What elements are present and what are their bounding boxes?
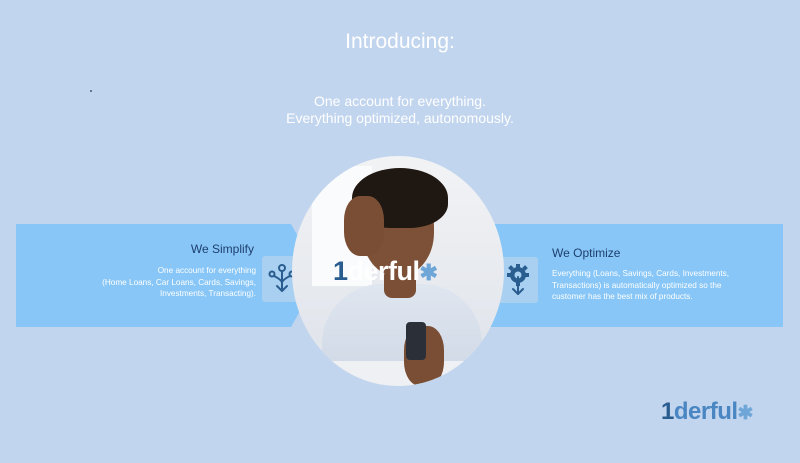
stray-dot — [90, 90, 92, 92]
slide-title: Introducing: — [345, 30, 455, 53]
simplify-heading: We Simplify — [190, 242, 254, 256]
logo-one: 1 — [661, 398, 674, 425]
center-logo: 1derful✱ — [333, 256, 438, 287]
slide-subtitle: One account for everything. Everything o… — [0, 93, 800, 127]
table-edge — [292, 361, 504, 386]
simplify-description: One account for everything (Home Loans, … — [56, 265, 256, 300]
corner-logo: 1derful✱ — [661, 398, 753, 426]
logo-one: 1 — [333, 256, 348, 286]
gear-arrow-icon — [498, 257, 538, 303]
optimize-description: Everything (Loans, Savings, Cards, Inves… — [552, 268, 762, 303]
simplify-line-3: Investments, Transacting). — [159, 289, 256, 298]
subtitle-line-1: One account for everything. — [314, 93, 486, 109]
subtitle-line-2: Everything optimized, autonomously. — [286, 110, 514, 126]
phone-image — [406, 322, 426, 360]
person-hand — [344, 196, 384, 256]
logo-rest: derful — [673, 398, 738, 425]
simplify-line-2: (Home Loans, Car Loans, Cards, Savings, — [102, 277, 256, 287]
puzzle-icon: ✱ — [419, 260, 438, 285]
simplify-line-1: One account for everything — [157, 266, 256, 275]
optimize-line-2: Transactions) is automatically optimized… — [552, 280, 722, 290]
optimize-heading: We Optimize — [552, 246, 621, 260]
logo-rest: derful — [347, 256, 421, 286]
optimize-line-1: Everything (Loans, Savings, Cards, Inves… — [552, 269, 730, 278]
optimize-line-3: customer has the best mix of products. — [552, 292, 693, 301]
puzzle-icon: ✱ — [737, 403, 754, 424]
